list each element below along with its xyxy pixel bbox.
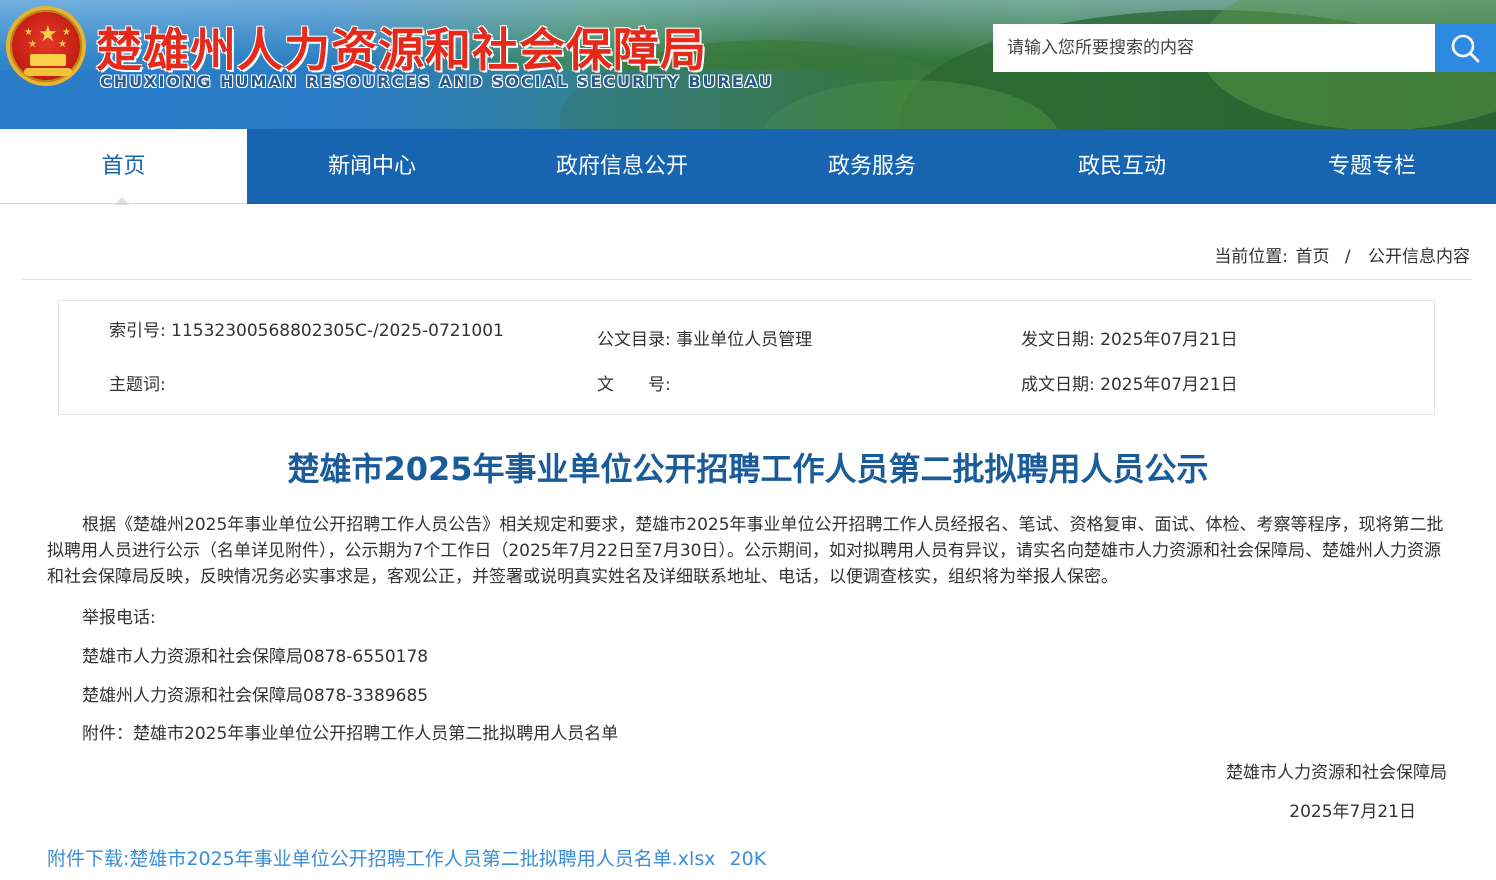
breadcrumb-current: 公开信息内容 xyxy=(1368,247,1470,267)
nav-item-home[interactable]: 首页 xyxy=(0,129,247,205)
meta-catalog-label: 公文目录: xyxy=(597,330,671,350)
meta-issue-date-value: 2025年07月21日 xyxy=(1100,330,1238,350)
meta-made-date-value: 2025年07月21日 xyxy=(1100,375,1238,395)
meta-subject-label: 主题词: xyxy=(109,375,166,395)
nav-item-interaction[interactable]: 政民互动 xyxy=(997,129,1247,204)
meta-catalog-value: 事业单位人员管理 xyxy=(676,330,813,350)
signature-org: 楚雄市人力资源和社会保障局 xyxy=(1226,763,1447,783)
attachment-download-link[interactable]: 附件下载:楚雄市2025年事业单位公开招聘工作人员第二批拟聘用人员名单.xlsx… xyxy=(47,844,766,871)
site-title: 楚雄州人力资源和社会保障局 xyxy=(96,23,707,77)
site-subtitle: CHUXIONG HUMAN RESOURCES AND SOCIAL SECU… xyxy=(100,72,774,91)
meta-index-label: 索引号: xyxy=(109,321,166,341)
nav-item-services[interactable]: 政务服务 xyxy=(747,129,997,204)
main-nav: 首页 新闻中心 政府信息公开 政务服务 政民互动 专题专栏 xyxy=(0,129,1496,205)
meta-issue-date-label: 发文日期: xyxy=(1021,330,1095,350)
meta-made-date: 成文日期: 2025年07月21日 xyxy=(1021,370,1238,395)
nav-divider xyxy=(0,203,247,204)
search-icon xyxy=(1451,34,1480,63)
meta-index: 索引号: 11532300568802305C-/2025-0721001 xyxy=(109,316,504,341)
meta-doc-no: 文 号: xyxy=(597,370,671,395)
article-body: 根据《楚雄州2025年事业单位公开招聘工作人员公告》相关规定和要求，楚雄市202… xyxy=(47,515,1444,587)
nav-item-news[interactable]: 新闻中心 xyxy=(247,129,497,204)
breadcrumb-separator: / xyxy=(1344,247,1351,267)
divider xyxy=(22,279,1472,280)
report-phone-city: 楚雄市人力资源和社会保障局0878-6550178 xyxy=(82,647,429,667)
breadcrumb-home-link[interactable]: 首页 xyxy=(1295,247,1329,267)
signature-date: 2025年7月21日 xyxy=(1289,802,1416,822)
meta-subject: 主题词: xyxy=(109,370,166,395)
attachment-line: 附件：楚雄市2025年事业单位公开招聘工作人员第二批拟聘用人员名单 xyxy=(82,724,619,744)
report-phone-prefecture: 楚雄州人力资源和社会保障局0878-3389685 xyxy=(82,686,429,706)
attachment-size: 20K xyxy=(729,848,767,870)
header-banner: ★ ★ ★ ★ ★ 楚雄州人力资源和社会保障局 CHUXIONG HUMAN R… xyxy=(0,0,1496,129)
breadcrumb-prefix: 当前位置: xyxy=(1214,247,1289,267)
meta-catalog: 公文目录: 事业单位人员管理 xyxy=(597,325,812,350)
attachment-download-label: 附件下载:楚雄市2025年事业单位公开招聘工作人员第二批拟聘用人员名单.xlsx xyxy=(47,848,716,870)
meta-issue-date: 发文日期: 2025年07月21日 xyxy=(1021,325,1238,350)
meta-made-date-label: 成文日期: xyxy=(1021,375,1095,395)
national-emblem-icon: ★ ★ ★ ★ ★ xyxy=(6,6,86,86)
report-phone-label: 举报电话: xyxy=(82,608,156,628)
meta-doc-no-label: 文 号: xyxy=(597,375,671,395)
search-input[interactable] xyxy=(993,24,1436,72)
meta-index-value: 11532300568802305C-/2025-0721001 xyxy=(171,321,504,341)
nav-item-gov-info[interactable]: 政府信息公开 xyxy=(497,129,747,204)
article-title: 楚雄市2025年事业单位公开招聘工作人员第二批拟聘用人员公示 xyxy=(287,450,1209,488)
nav-item-topics[interactable]: 专题专栏 xyxy=(1247,129,1496,204)
search-button[interactable] xyxy=(1435,24,1496,72)
breadcrumb: 当前位置: 首页 / 公开信息内容 xyxy=(1212,242,1472,267)
